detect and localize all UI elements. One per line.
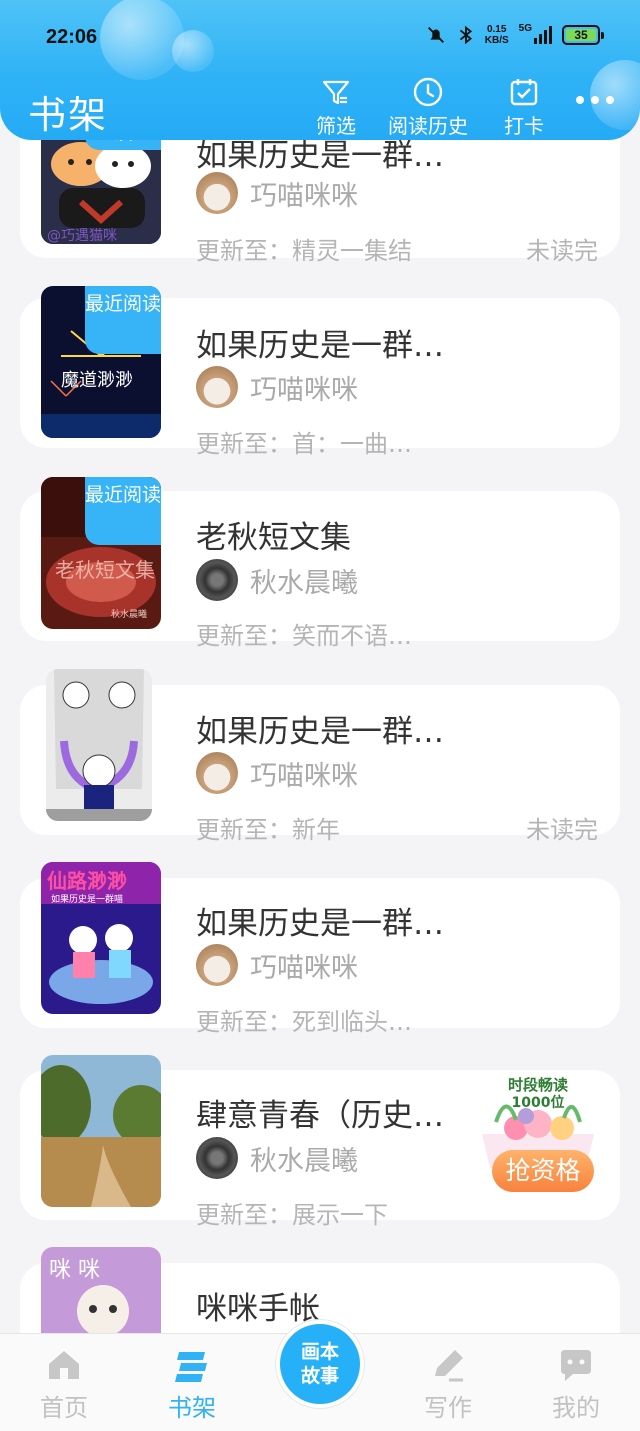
book-cover[interactable]: 魔道渺渺 最近阅读 — [41, 286, 161, 438]
book-author: 秋水晨曦 — [196, 559, 358, 601]
book-author: 秋水晨曦 — [196, 1137, 358, 1179]
nav-shelf[interactable]: 书架 — [147, 1346, 237, 1423]
book-cover[interactable] — [46, 669, 152, 821]
book-title: 肆意青春（历史… — [196, 1098, 444, 1134]
unread-status: 未读完 — [526, 237, 598, 265]
chat-bubble-icon — [561, 1350, 591, 1381]
svg-text:秋水晨曦: 秋水晨曦 — [111, 608, 147, 620]
bookshelf-icon — [175, 1352, 207, 1382]
author-avatar — [196, 752, 238, 794]
book-title: 如果历史是一群… — [196, 906, 444, 942]
book-title: 咪咪手帐 — [196, 1291, 320, 1327]
landscape-cover-art — [41, 1055, 161, 1207]
bookshelf-screen: @巧遇猫咪 读 如果历史是一群… 巧喵咪咪 更新至：精灵一集结 未读完 魔道渺渺… — [0, 0, 640, 1431]
net-speed: 0.15 KB/S — [484, 24, 509, 46]
author-avatar — [196, 559, 238, 601]
book-author: 巧喵咪咪 — [196, 366, 358, 408]
book-cover[interactable] — [41, 1055, 161, 1207]
book-update: 更新至：笑而不语… — [196, 622, 412, 650]
cover-title: 仙路渺渺 — [47, 869, 127, 893]
promo-widget[interactable]: 时段畅读 1000位 抢资格 — [476, 1072, 600, 1198]
author-avatar — [196, 1137, 238, 1179]
status-time: 22:06 — [46, 26, 98, 48]
pencil-icon — [435, 1350, 463, 1382]
status-icons: 0.15 KB/S 5G 35 — [425, 22, 604, 46]
book-update: 更新至：首：一曲… — [196, 430, 412, 458]
book-update: 更新至：新年 — [196, 816, 340, 844]
purple-cats-cover-art: 仙路渺渺 如果历史是一群喵 — [41, 862, 161, 1014]
book-cover[interactable]: 仙路渺渺 如果历史是一群喵 — [41, 862, 161, 1014]
filter-button[interactable]: 筛选 — [316, 76, 356, 139]
book-title: 如果历史是一群… — [196, 328, 444, 364]
author-avatar — [196, 172, 238, 214]
cover-title: 老秋短文集 — [55, 558, 155, 582]
decor-bubble — [172, 30, 214, 72]
promo-count: 1000位 — [511, 1095, 565, 1111]
clock-icon — [413, 77, 443, 107]
calendar-check-icon — [510, 79, 538, 106]
book-author: 巧喵咪咪 — [196, 944, 358, 986]
page-title: 书架 — [28, 93, 109, 137]
nav-home[interactable]: 首页 — [19, 1346, 109, 1423]
filter-icon — [322, 80, 350, 105]
svg-text:如果历史是一群喵: 如果历史是一群喵 — [51, 893, 123, 905]
book-title: 如果历史是一群… — [196, 714, 444, 750]
book-cover[interactable]: 老秋短文集 秋水晨曦 最近阅读 — [41, 477, 161, 629]
author-avatar — [196, 366, 238, 408]
recent-read-badge: 最近阅读 — [85, 286, 161, 354]
book-update: 更新至：展示一下 — [196, 1201, 388, 1229]
cover-title: 魔道渺渺 — [61, 370, 133, 391]
book-title: 老秋短文集 — [196, 520, 351, 556]
book-author: 巧喵咪咪 — [196, 172, 358, 214]
decor-bubble — [100, 0, 184, 80]
reading-history-button[interactable]: 阅读历史 — [388, 76, 468, 139]
picture-story-button[interactable]: 画本 故事 — [276, 1320, 364, 1408]
nav-mine[interactable]: 我的 — [531, 1346, 621, 1423]
bell-muted-icon — [427, 27, 444, 43]
grab-qualification-button[interactable]: 抢资格 — [492, 1150, 594, 1192]
more-menu-icon[interactable] — [576, 96, 614, 104]
battery-icon: 35 — [562, 25, 604, 45]
cat-light-cover-art — [46, 669, 152, 821]
recent-read-badge: 最近阅读 — [85, 477, 161, 545]
svg-text:@巧遇猫咪: @巧遇猫咪 — [47, 228, 117, 244]
bluetooth-icon — [459, 25, 472, 45]
checkin-button[interactable]: 打卡 — [504, 76, 544, 139]
home-icon — [49, 1351, 79, 1379]
signal-bars-icon — [534, 26, 552, 44]
book-update: 更新至：死到临头… — [196, 1008, 412, 1036]
book-author: 巧喵咪咪 — [196, 752, 358, 794]
top-header: 22:06 0.15 KB/S 5G 35 书架 筛选 阅读历史 打卡 — [0, 0, 640, 140]
book-update: 更新至：精灵一集结 — [196, 237, 412, 265]
cover-title: 咪 咪 — [49, 1258, 100, 1283]
unread-status: 未读完 — [526, 816, 598, 844]
nav-write[interactable]: 写作 — [403, 1346, 493, 1423]
author-avatar — [196, 944, 238, 986]
decor-bubble — [590, 60, 640, 130]
network-type: 5G — [518, 22, 532, 34]
